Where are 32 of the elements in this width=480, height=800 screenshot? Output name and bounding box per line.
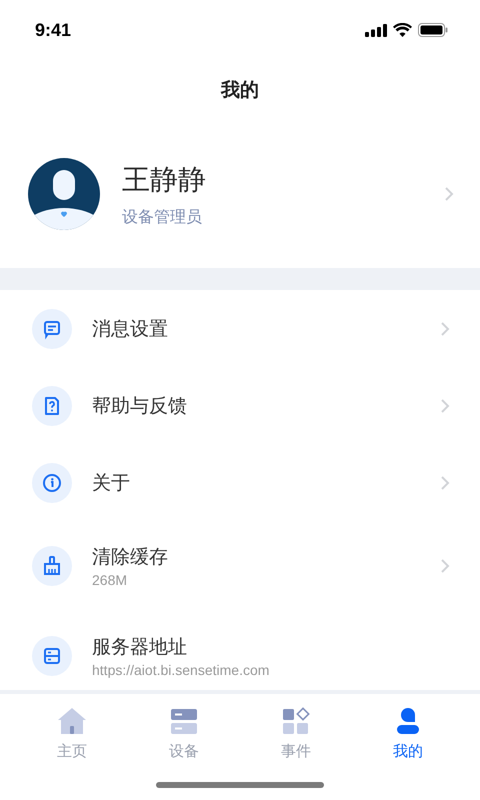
home-icon — [56, 706, 88, 736]
menu-item-label: 服务器地址 — [92, 635, 187, 660]
menu-item-label: 消息设置 — [92, 316, 168, 342]
menu-item[interactable]: 清除缓存 268M — [0, 521, 480, 611]
battery-icon — [418, 23, 448, 37]
user-role: 设备管理员 — [122, 206, 202, 228]
chevron-icon — [440, 558, 450, 574]
menu-item-detail: https://aiot.bi.sensetime.com — [92, 662, 270, 678]
menu-item[interactable]: 消息设置 — [0, 290, 480, 367]
wifi-icon — [393, 23, 412, 37]
chevron-icon — [444, 186, 454, 202]
menu-item[interactable]: 关于 — [0, 444, 480, 521]
menu-item-label: 帮助与反馈 — [92, 394, 187, 418]
menu-item-icon — [32, 462, 72, 502]
device-list-icon — [170, 706, 198, 736]
page-title: 我的 — [221, 78, 259, 103]
grid-icon — [281, 706, 311, 736]
menu-item-icon — [32, 308, 72, 348]
menu-item-label: 清除缓存 — [92, 545, 168, 570]
chevron-icon — [440, 474, 450, 490]
chevron-icon — [440, 398, 450, 414]
menu-item-icon — [32, 636, 72, 676]
chevron-icon — [440, 320, 450, 336]
menu-item-label: 关于 — [92, 470, 130, 496]
menu-item[interactable]: 帮助与反馈 — [0, 367, 480, 444]
status-time: 9:41 — [35, 20, 72, 40]
user-icon — [394, 706, 422, 736]
signal-icon — [365, 24, 387, 36]
menu-item-icon — [32, 386, 72, 426]
menu-item-detail: 268M — [92, 572, 128, 588]
menu-item-icon — [32, 546, 72, 586]
user-name: 王静静 — [122, 162, 206, 198]
